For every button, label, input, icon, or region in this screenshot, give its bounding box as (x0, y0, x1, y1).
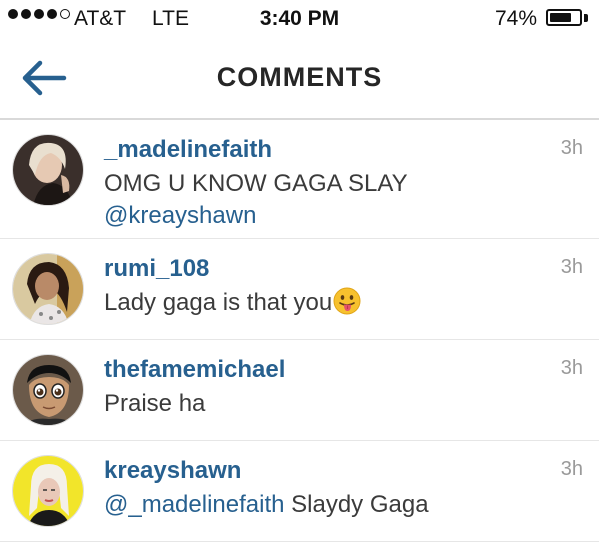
comment-username[interactable]: _madelinefaith (104, 136, 272, 164)
battery-cap (584, 14, 588, 22)
nav-bar: COMMENTS (0, 40, 599, 120)
page-title: COMMENTS (216, 62, 383, 92)
comment-item: kreayshawn 3h @_madelinefaith Slaydy Gag… (0, 441, 599, 542)
comment-text: Praise ha (104, 388, 564, 420)
tongue-out-face-emoji (333, 287, 361, 315)
mention-link[interactable]: @_madelinefaith (104, 491, 284, 518)
comment-body: Praise ha (104, 390, 206, 417)
comment-text: Lady gaga is that you (104, 287, 564, 319)
avatar[interactable] (12, 354, 84, 426)
comment-body: OMG U KNOW GAGA SLAY (104, 170, 408, 197)
comment-timestamp: 3h (560, 137, 583, 159)
avatar[interactable] (12, 134, 84, 206)
comment-item: thefamemichael 3h Praise ha (0, 340, 599, 441)
comment-item: rumi_108 3h Lady gaga is that you (0, 239, 599, 340)
battery-icon (546, 9, 582, 26)
comment-text: OMG U KNOW GAGA SLAY @kreayshawn (104, 168, 564, 232)
comment-timestamp: 3h (560, 458, 583, 480)
comment-timestamp: 3h (560, 357, 583, 379)
comment-body: Lady gaga is that you (104, 289, 333, 316)
avatar[interactable] (12, 253, 84, 325)
status-bar: AT&T LTE 3:40 PM 74% (0, 0, 599, 40)
comment-body: Slaydy Gaga (284, 491, 429, 518)
comment-item: _madelinefaith 3h OMG U KNOW GAGA SLAY @… (0, 120, 599, 239)
comment-username[interactable]: rumi_108 (104, 255, 209, 283)
mention-link[interactable]: @kreayshawn (104, 202, 256, 229)
comment-timestamp: 3h (560, 256, 583, 278)
comment-text: @_madelinefaith Slaydy Gaga (104, 489, 564, 521)
comments-list: _madelinefaith 3h OMG U KNOW GAGA SLAY @… (0, 120, 599, 542)
avatar[interactable] (12, 455, 84, 527)
battery-percent: 74% (494, 7, 537, 30)
comment-username[interactable]: kreayshawn (104, 457, 241, 485)
comment-username[interactable]: thefamemichael (104, 356, 285, 384)
